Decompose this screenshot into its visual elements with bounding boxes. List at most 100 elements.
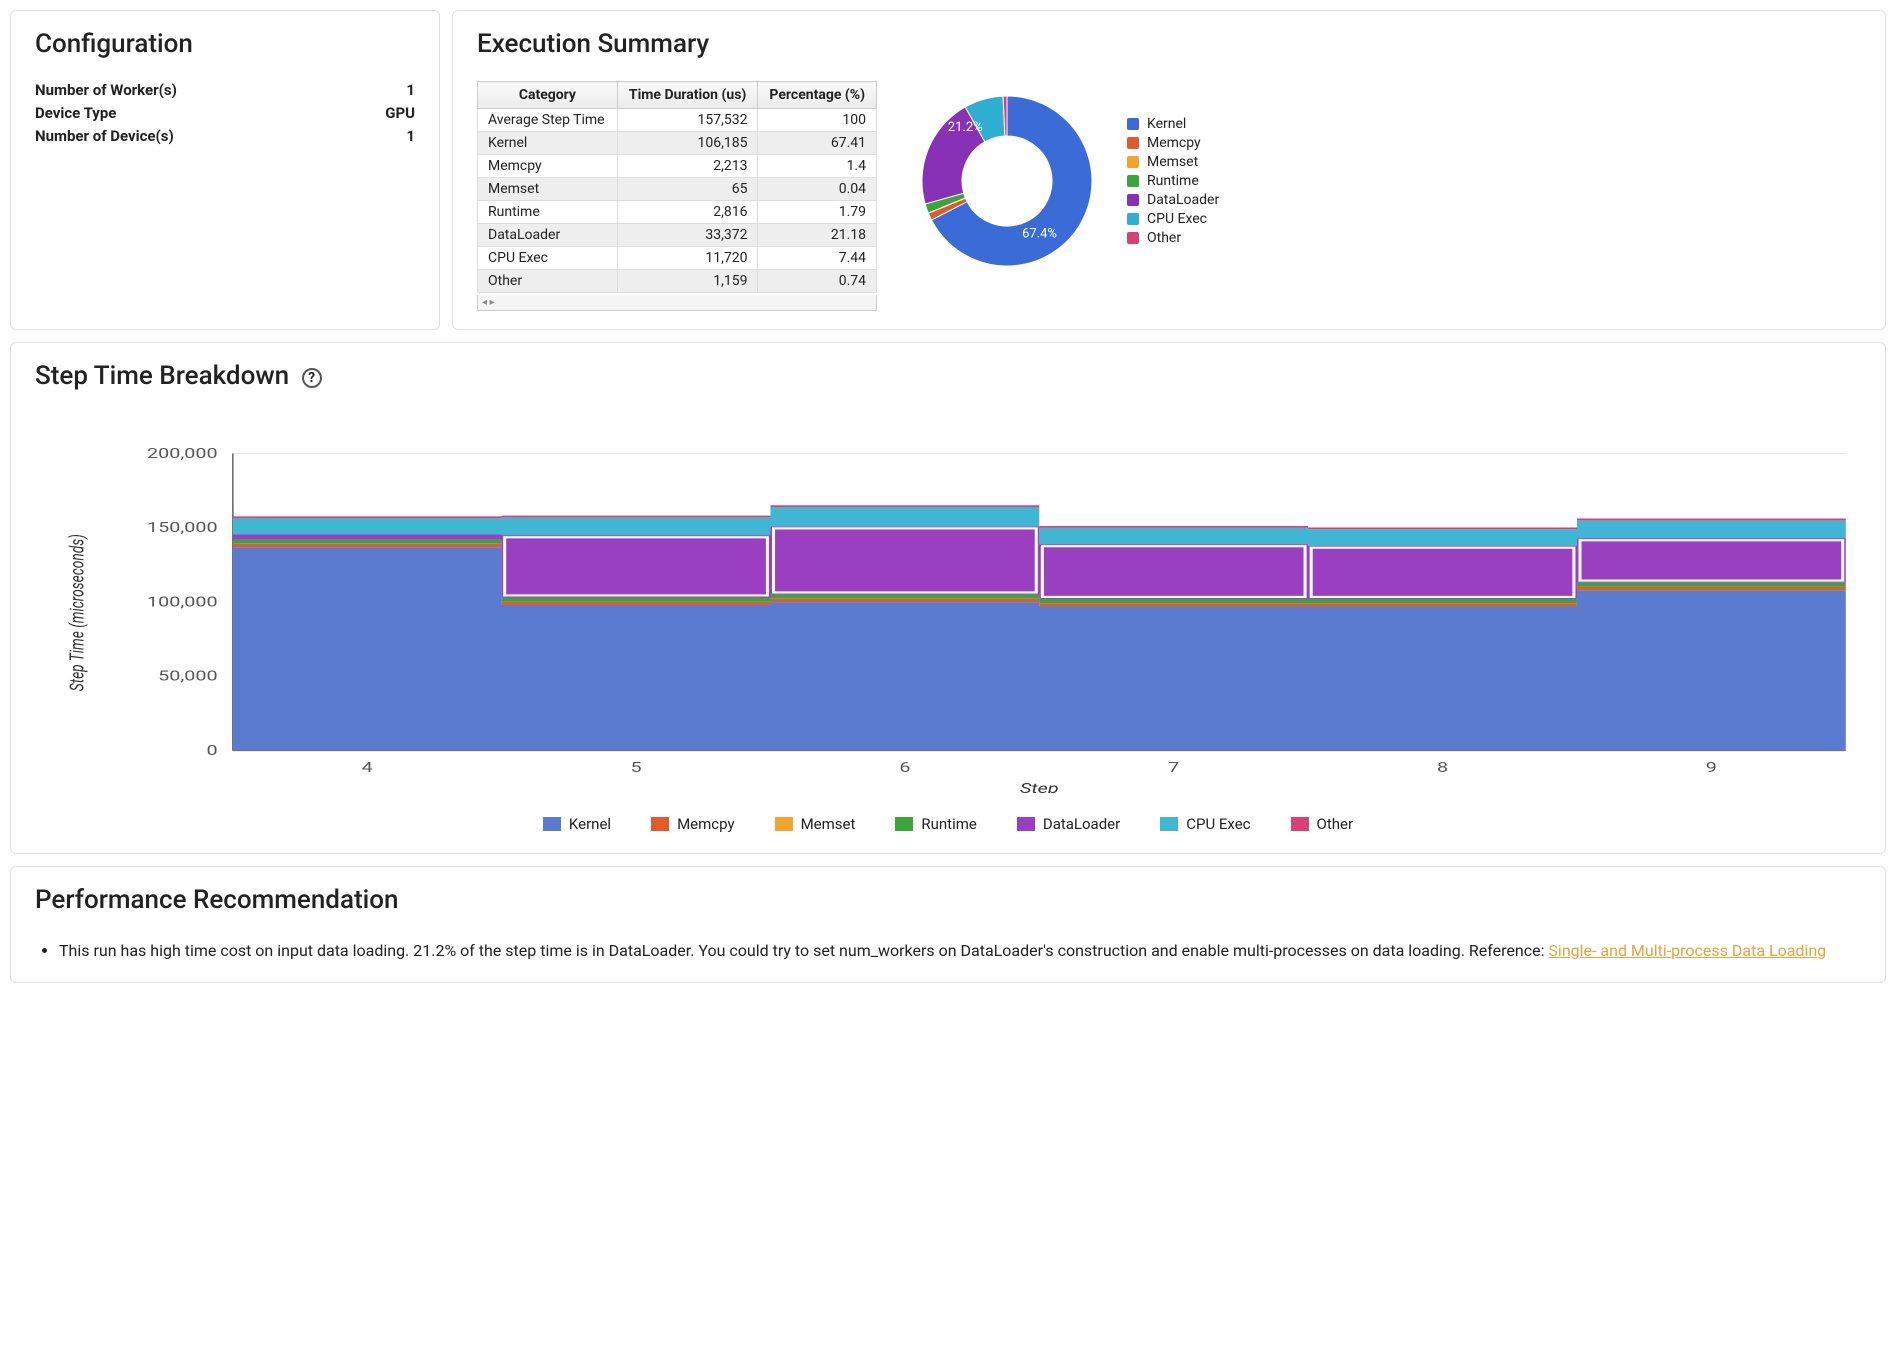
legend-item[interactable]: Runtime [895, 815, 976, 833]
svg-text:5: 5 [630, 760, 641, 776]
cell-category: Other [478, 270, 618, 293]
cell-percentage: 7.44 [758, 247, 877, 270]
svg-text:6: 6 [899, 760, 910, 776]
legend-swatch [1127, 137, 1139, 149]
legend-label: Kernel [1147, 116, 1186, 132]
table-row: Kernel106,18567.41 [478, 132, 877, 155]
table-row: Other1,1590.74 [478, 270, 877, 293]
legend-label: DataLoader [1043, 815, 1120, 833]
cell-percentage: 1.79 [758, 201, 877, 224]
legend-label: Other [1317, 815, 1354, 833]
legend-item[interactable]: Memset [775, 815, 856, 833]
svg-text:50,000: 50,000 [158, 668, 217, 684]
step-time-area-chart[interactable]: 050,000100,000150,000200,000456789Step T… [35, 443, 1861, 793]
performance-bullet: This run has high time cost on input dat… [59, 937, 1861, 964]
col-category[interactable]: Category [478, 82, 618, 109]
legend-swatch [1291, 817, 1309, 831]
legend-item[interactable]: Memset [1127, 154, 1219, 170]
legend-swatch [1017, 817, 1035, 831]
legend-swatch [1127, 232, 1139, 244]
cell-percentage: 0.74 [758, 270, 877, 293]
svg-text:0: 0 [206, 743, 217, 759]
execution-summary-card: Execution Summary Category Time Duration… [452, 10, 1886, 330]
legend-item[interactable]: CPU Exec [1160, 815, 1250, 833]
svg-text:9: 9 [1706, 760, 1717, 776]
legend-swatch [543, 817, 561, 831]
legend-item[interactable]: Other [1291, 815, 1354, 833]
performance-bullet-text: This run has high time cost on input dat… [59, 941, 1548, 960]
cell-percentage: 1.4 [758, 155, 877, 178]
legend-label: Memset [1147, 154, 1198, 170]
legend-swatch [1160, 817, 1178, 831]
config-row: Number of Device(s)1 [35, 127, 415, 145]
legend-item[interactable]: Kernel [543, 815, 611, 833]
col-duration[interactable]: Time Duration (us) [617, 82, 758, 109]
legend-label: Runtime [1147, 173, 1199, 189]
legend-swatch [775, 817, 793, 831]
svg-text:21.2%: 21.2% [948, 120, 983, 135]
legend-swatch [1127, 175, 1139, 187]
table-row: Memcpy2,2131.4 [478, 155, 877, 178]
cell-percentage: 100 [758, 109, 877, 132]
svg-text:Step Time (microseconds): Step Time (microseconds) [66, 534, 89, 691]
col-percentage[interactable]: Percentage (%) [758, 82, 877, 109]
cell-duration: 2,213 [617, 155, 758, 178]
execution-summary-table: Category Time Duration (us) Percentage (… [477, 81, 877, 293]
performance-recommendation-title: Performance Recommendation [35, 885, 1861, 915]
config-label: Device Type [35, 104, 116, 122]
cell-duration: 157,532 [617, 109, 758, 132]
table-row: Average Step Time157,532100 [478, 109, 877, 132]
legend-label: Kernel [569, 815, 611, 833]
table-toolbar[interactable]: ◂ ▸ [477, 295, 877, 311]
cell-duration: 2,816 [617, 201, 758, 224]
legend-label: Memcpy [1147, 135, 1201, 151]
legend-label: Memset [801, 815, 856, 833]
configuration-card: Configuration Number of Worker(s)1Device… [10, 10, 440, 330]
config-value: GPU [385, 104, 415, 122]
execution-pie-chart[interactable]: 67.4%21.2% [907, 81, 1107, 281]
legend-label: Memcpy [677, 815, 735, 833]
legend-label: DataLoader [1147, 192, 1219, 208]
cell-duration: 106,185 [617, 132, 758, 155]
legend-item[interactable]: Memcpy [651, 815, 735, 833]
table-row: Memset650.04 [478, 178, 877, 201]
legend-swatch [1127, 118, 1139, 130]
svg-text:7: 7 [1168, 760, 1179, 776]
cell-category: Memset [478, 178, 618, 201]
performance-recommendation-card: Performance Recommendation This run has … [10, 866, 1886, 983]
svg-text:200,000: 200,000 [147, 446, 218, 462]
performance-reference-link[interactable]: Single- and Multi-process Data Loading [1548, 941, 1826, 960]
legend-item[interactable]: Runtime [1127, 173, 1219, 189]
legend-item[interactable]: Memcpy [1127, 135, 1219, 151]
help-icon[interactable]: ? [302, 368, 322, 388]
cell-percentage: 21.18 [758, 224, 877, 247]
legend-item[interactable]: DataLoader [1017, 815, 1120, 833]
legend-label: CPU Exec [1147, 211, 1207, 227]
cell-duration: 11,720 [617, 247, 758, 270]
cell-duration: 1,159 [617, 270, 758, 293]
legend-item[interactable]: Other [1127, 230, 1219, 246]
legend-item[interactable]: DataLoader [1127, 192, 1219, 208]
cell-percentage: 0.04 [758, 178, 877, 201]
svg-text:Step: Step [1020, 781, 1059, 793]
svg-text:150,000: 150,000 [147, 520, 218, 536]
table-row: DataLoader33,37221.18 [478, 224, 877, 247]
legend-label: Other [1147, 230, 1181, 246]
config-row: Number of Worker(s) 1 [35, 81, 415, 99]
breakdown-legend: Kernel Memcpy Memset Runtime DataLoader CPU E… [35, 815, 1861, 835]
config-value: 1 [406, 81, 415, 99]
legend-label: CPU Exec [1186, 815, 1250, 833]
cell-category: CPU Exec [478, 247, 618, 270]
cell-category: Kernel [478, 132, 618, 155]
breakdown-title: Step Time Breakdown ? [35, 361, 1861, 391]
legend-item[interactable]: Kernel [1127, 116, 1219, 132]
legend-item[interactable]: CPU Exec [1127, 211, 1219, 227]
legend-swatch [895, 817, 913, 831]
cell-category: Runtime [478, 201, 618, 224]
table-row: CPU Exec11,7207.44 [478, 247, 877, 270]
config-label: Number of Worker(s) [35, 81, 177, 99]
legend-swatch [1127, 156, 1139, 168]
cell-category: Average Step Time [478, 109, 618, 132]
config-label: Number of Device(s) [35, 127, 174, 145]
cell-category: Memcpy [478, 155, 618, 178]
